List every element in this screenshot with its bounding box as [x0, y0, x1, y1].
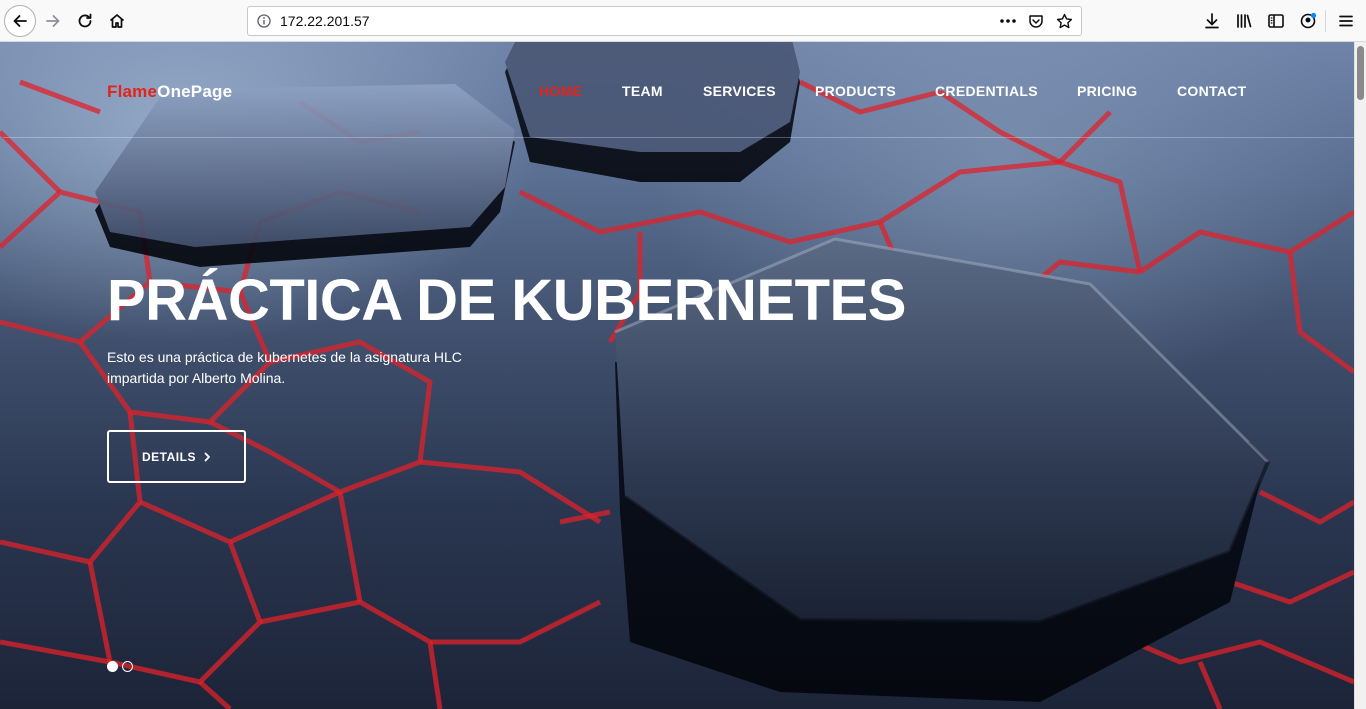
sidebar-button[interactable]	[1261, 6, 1291, 36]
nav-team[interactable]: TEAM	[622, 83, 663, 99]
nav-pricing[interactable]: PRICING	[1077, 83, 1137, 99]
scrollbar-thumb[interactable]	[1357, 46, 1364, 100]
slide-dot-1[interactable]	[107, 661, 118, 672]
nav-credentials[interactable]: CREDENTIALS	[935, 83, 1038, 99]
toolbar-separator	[1325, 10, 1326, 32]
hero-title: PRÁCTICA DE KUBERNETES	[107, 268, 906, 333]
nav-services[interactable]: SERVICES	[703, 83, 776, 99]
back-button[interactable]	[4, 5, 36, 37]
slide-dot-2[interactable]	[122, 661, 133, 672]
pocket-icon	[1029, 15, 1043, 28]
account-icon	[1300, 12, 1317, 29]
star-icon	[1056, 13, 1072, 28]
url-text[interactable]: 172.22.201.57	[280, 13, 370, 29]
details-button-label: DETAILS	[142, 449, 196, 464]
pocket-button[interactable]	[1025, 10, 1047, 32]
browser-toolbar: 172.22.201.57	[0, 0, 1366, 42]
library-icon	[1237, 14, 1252, 28]
nav-contact[interactable]: CONTACT	[1177, 83, 1247, 99]
home-button[interactable]	[102, 6, 132, 36]
slider-pagination	[107, 661, 133, 673]
forward-button[interactable]	[38, 6, 68, 36]
info-icon[interactable]	[257, 14, 271, 28]
hero-description: Esto es una práctica de kubernetes de la…	[107, 349, 462, 386]
main-nav: HOME TEAM SERVICES PRODUCTS CREDENTIALS …	[0, 83, 1354, 103]
page-scrollbar[interactable]	[1354, 42, 1366, 709]
url-bar[interactable]: 172.22.201.57	[247, 6, 1082, 36]
back-icon	[13, 15, 27, 27]
chevron-right-icon	[204, 452, 210, 461]
downloads-button[interactable]	[1197, 6, 1227, 36]
account-button[interactable]	[1293, 6, 1323, 36]
nav-home[interactable]: HOME	[539, 83, 582, 99]
web-page: FlameOnePage HOME TEAM SERVICES PRODUCTS…	[0, 42, 1354, 709]
menu-button[interactable]	[1331, 6, 1361, 36]
download-icon	[1205, 13, 1219, 29]
sidebar-icon	[1268, 14, 1284, 28]
header-divider	[3, 137, 1354, 138]
home-icon	[109, 14, 125, 28]
reload-button[interactable]	[70, 6, 100, 36]
reload-icon	[78, 13, 92, 28]
nav-products[interactable]: PRODUCTS	[815, 83, 896, 99]
more-icon	[1000, 19, 1016, 23]
library-button[interactable]	[1229, 6, 1259, 36]
page-actions-button[interactable]	[997, 10, 1019, 32]
bookmark-button[interactable]	[1053, 10, 1075, 32]
menu-icon	[1339, 15, 1353, 27]
forward-icon	[46, 15, 60, 27]
details-button[interactable]: DETAILS	[107, 430, 246, 483]
